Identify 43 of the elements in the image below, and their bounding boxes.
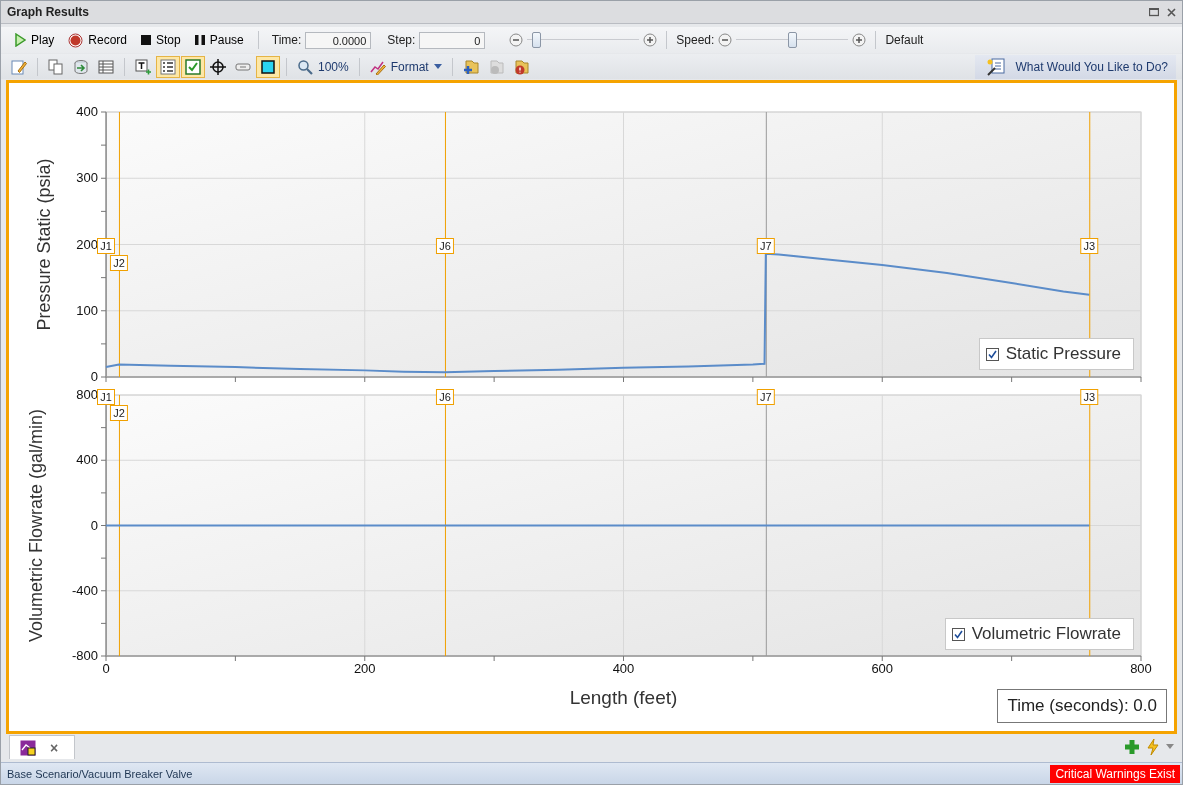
- x-tick-label: 800: [1130, 661, 1152, 676]
- y-tick-label: 800: [76, 387, 98, 402]
- junction-label: J3: [1080, 389, 1099, 405]
- time-label: Time:: [271, 33, 302, 47]
- x-tick-label: 200: [353, 661, 376, 676]
- ref-line-label: J6: [439, 240, 451, 252]
- speed-label: Speed:: [676, 33, 715, 47]
- y-tick-label: 400: [76, 104, 98, 119]
- junction-label: J3: [1080, 238, 1099, 254]
- junction-label: J6: [435, 389, 454, 405]
- y-tick-label: 0: [90, 517, 98, 533]
- y-tick-label: 100: [76, 302, 98, 318]
- time-readout: Time (seconds): 0.0: [997, 689, 1167, 723]
- y-axis-title: Pressure Static (psia): [34, 158, 54, 331]
- y-axis-title: Volumetric Flowrate (gal/min): [26, 408, 46, 643]
- legend-label: Static Pressure: [1005, 344, 1121, 364]
- legend-label: Volumetric Flowrate: [971, 624, 1121, 644]
- y-tick-label: 400: [76, 452, 98, 468]
- junction-label: J1: [97, 389, 115, 405]
- ref-line-label: J7: [760, 240, 772, 252]
- y-tick-label: -800: [71, 648, 98, 663]
- ref-line-label: J6: [439, 391, 451, 403]
- x-tick-label: 400: [612, 661, 635, 676]
- x-tick-label: 0: [102, 661, 110, 676]
- x-axis-title: Length (feet): [569, 687, 678, 708]
- window-title: Graph Results: [7, 5, 91, 19]
- junction-label: J7: [756, 389, 775, 405]
- junction-label: J6: [435, 238, 454, 254]
- speed-mode: Default: [885, 33, 924, 47]
- step-label: Step:: [387, 33, 416, 47]
- junction-label: J2: [109, 405, 128, 421]
- junction-label: J7: [756, 238, 775, 254]
- junction-label: J1: [97, 238, 115, 254]
- ref-line-label: J7: [760, 391, 772, 403]
- ref-line-label: J2: [113, 407, 125, 419]
- y-tick-label: 0: [90, 369, 98, 384]
- y-tick-label: -400: [71, 582, 98, 598]
- status-path: Base Scenario/Vacuum Breaker Valve: [7, 767, 194, 780]
- ref-line-label: J2: [113, 257, 125, 269]
- y-tick-label: 300: [76, 170, 98, 186]
- y-tick-label: 200: [76, 236, 98, 252]
- x-tick-label: 600: [871, 661, 894, 676]
- junction-label: J2: [109, 255, 128, 271]
